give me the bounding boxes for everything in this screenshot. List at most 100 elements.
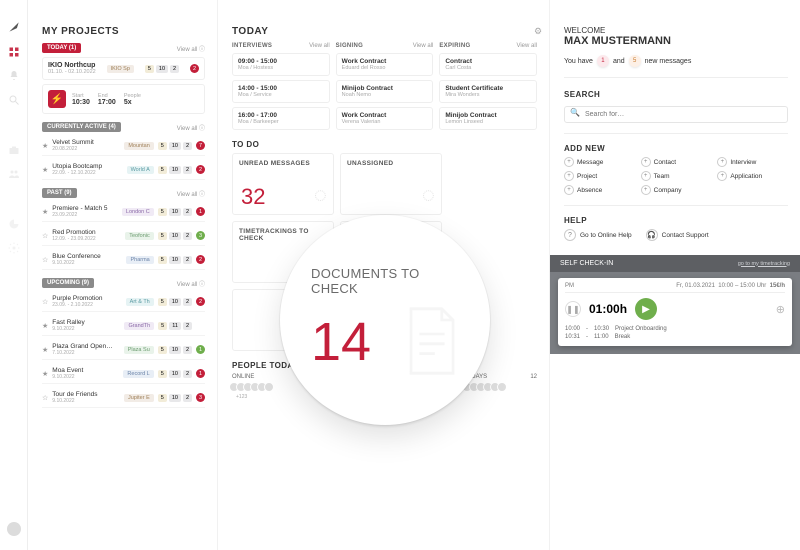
plus-circle-icon: + — [641, 171, 651, 181]
plus-circle-icon: + — [717, 157, 727, 167]
star-icon[interactable]: ☆ — [42, 232, 48, 240]
rail-chart-icon[interactable] — [8, 218, 20, 230]
project-row[interactable]: ☆ Blue Conference9.10.2022 Pharma 5102 2 — [42, 250, 205, 270]
today-card[interactable]: Student CertificateMira Wonders — [439, 80, 537, 103]
todo-tile[interactable]: UNREAD MESSAGES32◌ — [232, 153, 334, 215]
msgs-count-1[interactable]: 1 — [597, 55, 609, 67]
project-badge: 3 — [196, 393, 205, 402]
self-checkin: SELF CHECK-IN go to my timetracking PM F… — [550, 255, 800, 354]
viewall-expiring[interactable]: View all — [516, 43, 537, 49]
project-chip: Mountan — [124, 142, 153, 150]
viewall-interviews[interactable]: View all — [309, 43, 330, 49]
star-icon[interactable]: ★ — [42, 166, 48, 174]
band-past: PAST (9) — [42, 188, 77, 198]
today-card[interactable]: 14:00 - 15:00Moa / Service — [232, 80, 330, 103]
projects-column: MY PROJECTS TODAY (1) View all ⓘ IKIO No… — [28, 0, 218, 550]
msgs-count-2[interactable]: 5 — [629, 55, 641, 67]
mag-label: DOCUMENTS TO CHECK — [311, 267, 459, 297]
bolt-card[interactable]: ⚡ Start10:30End17:00People5x — [42, 84, 205, 114]
today-card[interactable]: ContractCarl Costa — [439, 53, 537, 76]
welcome: WELCOME MAX MUSTERMANN — [564, 26, 788, 47]
today-card[interactable]: Work ContractVerena Valerian — [336, 107, 434, 130]
featured-title: IKIO Northcup — [48, 62, 96, 69]
rail-avatar[interactable] — [7, 522, 21, 536]
featured-chip: IKIO Sp — [107, 65, 134, 73]
star-icon[interactable]: ★ — [42, 142, 48, 150]
todo-tile[interactable]: UNASSIGNED◌ — [340, 153, 442, 215]
project-row[interactable]: ★ Fast Ralley9.10.2022 GrandTh 5112 — [42, 316, 205, 336]
project-row[interactable]: ☆ Tour de Friends9.10.2022 Jupiter E 510… — [42, 388, 205, 408]
people-col: ONLINE32+123 — [232, 374, 304, 400]
addnew-item[interactable]: +Project — [564, 171, 635, 181]
rail-settings-icon[interactable] — [8, 242, 20, 254]
star-icon[interactable]: ★ — [42, 370, 48, 378]
project-chip: Jupiter E — [124, 394, 154, 402]
sci-link[interactable]: go to my timetracking — [738, 261, 790, 267]
addnew-title: ADD NEW — [564, 144, 788, 153]
star-icon[interactable]: ★ — [42, 346, 48, 354]
viewall-past[interactable]: View all ⓘ — [177, 189, 205, 198]
addnew-item[interactable]: +Team — [641, 171, 712, 181]
addnew-item[interactable]: +Company — [641, 185, 712, 195]
star-icon[interactable]: ☆ — [42, 256, 48, 264]
project-badge: 7 — [196, 141, 205, 150]
project-chip: Record L — [123, 370, 153, 378]
featured-project-card[interactable]: IKIO Northcup 01.10. - 02.10.2022 IKIO S… — [42, 57, 205, 80]
featured-badge: 2 — [190, 64, 199, 73]
viewall-upcoming[interactable]: View all ⓘ — [177, 279, 205, 288]
gear-icon[interactable]: ⚙ — [534, 26, 542, 37]
star-icon[interactable]: ★ — [42, 322, 48, 330]
project-badge: 1 — [196, 345, 205, 354]
search-input[interactable] — [564, 106, 788, 123]
addnew-item[interactable]: +Contact — [641, 157, 712, 167]
help-title: HELP — [564, 216, 788, 225]
today-card[interactable]: Minijob ContractLemon Linseed — [439, 107, 537, 130]
rail-briefcase-icon[interactable] — [8, 144, 20, 156]
project-badge: 3 — [196, 231, 205, 240]
todo-title: TO DO — [232, 140, 537, 149]
rail-dashboard-icon[interactable] — [8, 46, 20, 58]
project-row[interactable]: ★ Premiere - Match 523.09.2022 London C … — [42, 202, 205, 222]
rail-people-icon[interactable] — [8, 168, 20, 180]
addnew-item[interactable]: +Application — [717, 171, 788, 181]
viewall-today[interactable]: View all ⓘ — [177, 44, 205, 53]
sci-row: 10:00-10:30Project Onboarding — [565, 325, 785, 333]
addnew-item[interactable]: +Absence — [564, 185, 635, 195]
today-card[interactable]: 16:00 - 17:00Moa / Barkeeper — [232, 107, 330, 130]
projects-title: MY PROJECTS — [42, 26, 205, 37]
project-chip: GrandTh — [124, 322, 154, 330]
help-support[interactable]: 🎧Contact Support — [646, 229, 709, 241]
pause-button[interactable]: ❚❚ — [565, 301, 581, 317]
star-icon[interactable]: ☆ — [42, 394, 48, 402]
right-column: WELCOME MAX MUSTERMANN You have 1 and 5 … — [550, 0, 800, 550]
play-button[interactable]: ▶ — [635, 298, 657, 320]
project-row[interactable]: ★ Plaza Grand Open…7.10.2022 Plaza Su 51… — [42, 340, 205, 360]
plus-circle-icon: + — [564, 157, 574, 167]
today-card[interactable]: Work ContractEduard del Rosso — [336, 53, 434, 76]
todaycol-head: INTERVIEWS — [232, 43, 272, 49]
addnew-item[interactable]: +Message — [564, 157, 635, 167]
star-icon[interactable]: ☆ — [42, 298, 48, 306]
project-chip: Pharma — [126, 256, 153, 264]
today-title: TODAY — [232, 26, 537, 37]
band-active: CURRENTLY ACTIVE (4) — [42, 122, 121, 132]
project-name: Plaza Grand Open…7.10.2022 — [52, 343, 119, 356]
help-icon: ? — [564, 229, 576, 241]
project-row[interactable]: ★ Utopia Bootcamp22.09. - 12.10.2022 Wor… — [42, 160, 205, 180]
rail-bell-icon[interactable] — [8, 70, 20, 82]
help-online[interactable]: ?Go to Online Help — [564, 229, 632, 241]
logo-icon — [7, 20, 21, 34]
project-row[interactable]: ☆ Red Promotion12.09. - 23.09.2022 Teofo… — [42, 226, 205, 246]
today-card[interactable]: 09:00 - 15:00Moa / Hostess — [232, 53, 330, 76]
viewall-signing[interactable]: View all — [413, 43, 434, 49]
plus-button[interactable]: ⊕ — [776, 303, 785, 316]
rail-search-icon[interactable] — [8, 94, 20, 106]
today-card[interactable]: Minijob ContractNoah Nemo — [336, 80, 434, 103]
project-row[interactable]: ★ Moa Event9.10.2022 Record L 5102 1 — [42, 364, 205, 384]
project-row[interactable]: ☆ Purple Promotion23.09. - 2.10.2022 Art… — [42, 292, 205, 312]
project-name: Premiere - Match 523.09.2022 — [52, 205, 118, 218]
star-icon[interactable]: ★ — [42, 208, 48, 216]
addnew-item[interactable]: +Interview — [717, 157, 788, 167]
viewall-active[interactable]: View all ⓘ — [177, 123, 205, 132]
project-row[interactable]: ★ Velvet Summit20.08.2022 Mountan 5102 7 — [42, 136, 205, 156]
